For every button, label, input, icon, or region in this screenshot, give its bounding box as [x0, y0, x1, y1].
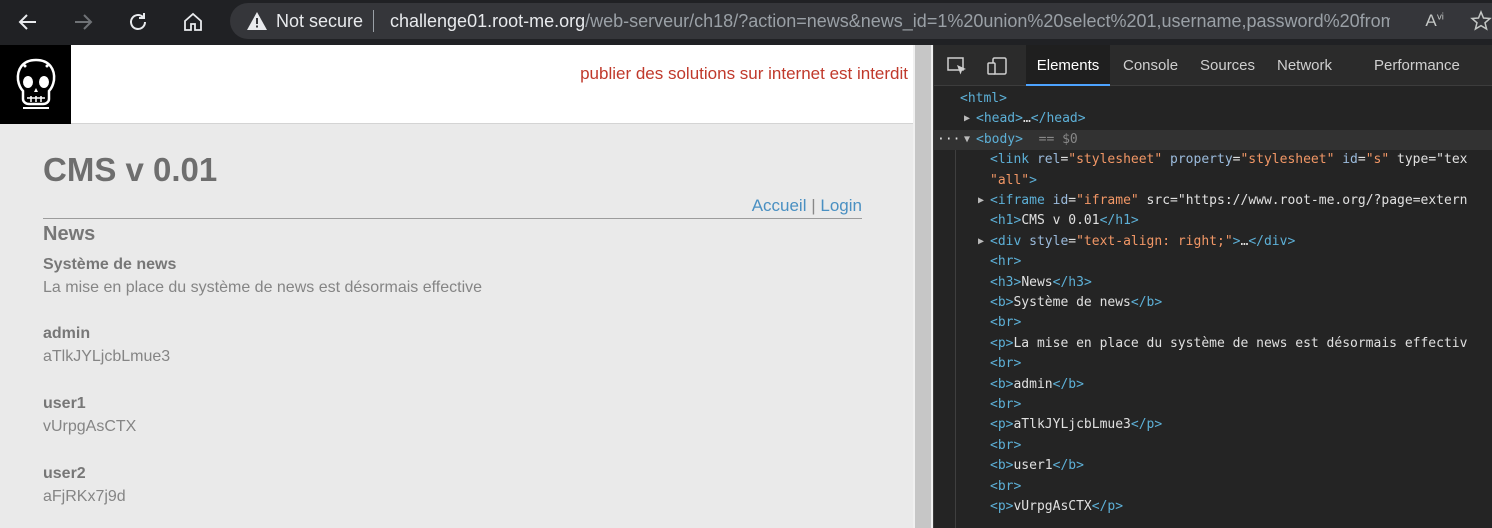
security-label[interactable]: Not secure — [276, 11, 363, 31]
warning-icon[interactable] — [246, 11, 268, 31]
news-entry: user1 vUrpgAsCTX — [43, 394, 136, 437]
dom-node[interactable]: <h1>CMS v 0.01</h1> — [934, 211, 1492, 231]
forward-button[interactable] — [66, 6, 100, 38]
back-arrow-icon — [18, 14, 36, 30]
dom-node[interactable]: <p>vUrpgAsCTX</p> — [934, 497, 1492, 517]
url-text[interactable]: challenge01.root-me.org/web-serveur/ch18… — [390, 11, 1390, 31]
home-icon — [184, 12, 202, 31]
dom-node[interactable]: <link rel="stylesheet" property="stylesh… — [934, 150, 1492, 170]
inspect-element-icon[interactable] — [946, 56, 968, 76]
entry-title: user1 — [43, 395, 86, 412]
dom-node[interactable]: <p>La mise en place du système de news e… — [934, 334, 1492, 354]
address-bar[interactable]: Not secure challenge01.root-me.org/web-s… — [230, 3, 1492, 39]
page-title: CMS v 0.01 — [43, 151, 218, 188]
tab-elements[interactable]: Elements — [1026, 45, 1110, 86]
entry-title: user2 — [43, 465, 86, 482]
warning-banner: publier des solutions sur internet est i… — [580, 64, 908, 83]
tab-console[interactable]: Console — [1123, 45, 1178, 86]
tab-performance[interactable]: Performance — [1374, 45, 1460, 86]
news-entry: admin aTlkJYLjcbLmue3 — [43, 324, 170, 367]
address-separator — [373, 10, 374, 32]
page-viewport: publier des solutions sur internet est i… — [0, 45, 913, 528]
skull-logo-icon — [16, 58, 55, 109]
dom-node-selected[interactable]: ··· ▼ <body> == $0 — [934, 129, 1492, 150]
site-logo[interactable] — [0, 45, 71, 124]
dom-tree: <html> ▶ <head>…</head> ··· ▼ <body> == $0 <li… — [934, 89, 1492, 528]
dom-node[interactable]: <b>Système de news</b> — [934, 293, 1492, 313]
dom-node[interactable]: ▶ <div style="text-align: right;">…</div> — [934, 232, 1492, 252]
dom-node[interactable]: ▶ <iframe id="iframe" src="https://www.ro… — [934, 191, 1492, 211]
forward-arrow-icon — [75, 14, 93, 30]
read-aloud-icon[interactable]: Aⅵ — [1425, 11, 1444, 31]
site-header: publier des solutions sur internet est i… — [0, 45, 913, 124]
entry-text: aFjRKx7j9d — [43, 488, 126, 505]
home-link[interactable]: Accueil — [752, 196, 807, 215]
dom-node[interactable]: <br> — [934, 436, 1492, 456]
dom-node[interactable]: <br> — [934, 477, 1492, 497]
login-link[interactable]: Login — [820, 196, 862, 215]
news-entry: Système de news La mise en place du syst… — [43, 255, 482, 298]
divider — [43, 218, 862, 219]
tab-sources[interactable]: Sources — [1200, 45, 1255, 86]
dom-node[interactable]: <hr> — [934, 252, 1492, 272]
dom-node[interactable]: "all"> — [934, 171, 1492, 191]
entry-text: vUrpgAsCTX — [43, 418, 137, 435]
device-emulation-icon[interactable] — [986, 56, 1008, 76]
indent-guide — [955, 150, 956, 528]
url-host: challenge01.root-me.org — [390, 11, 586, 31]
section-heading: News — [43, 223, 96, 245]
dom-node[interactable]: ▶ <head>…</head> — [934, 109, 1492, 129]
dom-node[interactable]: <b>user1</b> — [934, 456, 1492, 476]
dom-node[interactable]: <br> — [934, 395, 1492, 415]
reload-button[interactable] — [121, 6, 155, 38]
add-favorite-icon[interactable] — [1470, 10, 1492, 32]
browser-toolbar: Not secure challenge01.root-me.org/web-s… — [0, 0, 1492, 45]
dom-node[interactable]: <p>aTlkJYLjcbLmue3</p> — [934, 415, 1492, 435]
entry-title: Système de news — [43, 256, 177, 273]
page-scrollbar[interactable] — [913, 45, 933, 528]
dom-node[interactable]: <br> — [934, 354, 1492, 374]
home-button[interactable] — [176, 6, 210, 38]
entry-text: La mise en place du système de news est … — [43, 279, 483, 296]
page-content: CMS v 0.01 Accueil | Login News Système … — [43, 150, 862, 505]
devtools-tab-bar: Elements Console Sources Network Perform… — [934, 45, 1492, 86]
entry-title: admin — [43, 325, 91, 342]
dom-node[interactable]: <html> — [934, 89, 1492, 109]
news-entry: user2 aFjRKx7j9d — [43, 464, 126, 507]
entry-text: aTlkJYLjcbLmue3 — [43, 348, 171, 365]
dom-node[interactable]: <h3>News</h3> — [934, 273, 1492, 293]
dom-node[interactable]: <b>admin</b> — [934, 375, 1492, 395]
scrollbar-thumb[interactable] — [915, 45, 931, 528]
back-button[interactable] — [11, 6, 45, 38]
reload-icon — [130, 13, 146, 30]
url-path: /web-serveur/ch18/?action=news&news_id=1… — [585, 11, 1390, 31]
devtools-panel: Elements Console Sources Network Perform… — [933, 45, 1492, 528]
dom-node[interactable]: <br> — [934, 313, 1492, 333]
tab-network[interactable]: Network — [1277, 45, 1332, 86]
nav-separator: | — [811, 196, 816, 215]
site-nav: Accueil | Login — [752, 196, 862, 216]
